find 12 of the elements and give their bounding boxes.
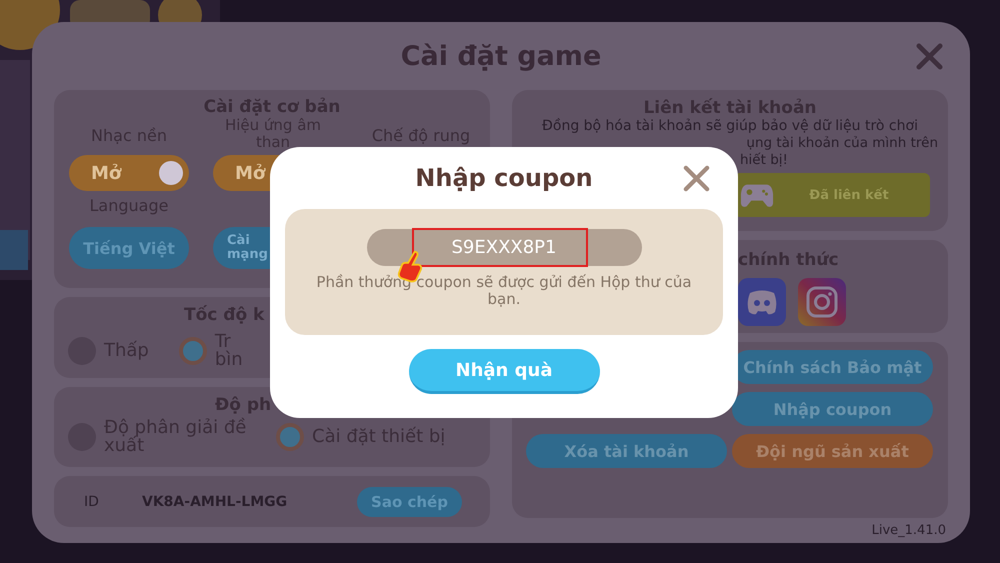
dialog-title: Nhập coupon (415, 164, 593, 192)
version-text: Live_1.41.0 (872, 523, 946, 538)
radio-button[interactable] (276, 423, 304, 451)
radio-button[interactable] (178, 337, 207, 365)
camera-app-icon[interactable] (798, 278, 846, 326)
claim-button[interactable]: Nhận quà (408, 349, 600, 394)
close-icon[interactable] (916, 42, 943, 70)
close-icon[interactable] (683, 165, 710, 192)
coupon-field[interactable]: S9EXXX8P1 (366, 229, 642, 266)
toggle-switch[interactable]: Mở (69, 155, 189, 191)
chat-app-icon[interactable] (738, 278, 786, 326)
window-title: Cài đặt game (400, 40, 602, 72)
